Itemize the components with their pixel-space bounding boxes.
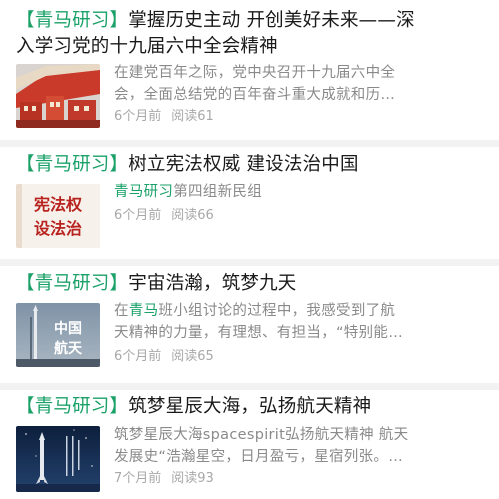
article-time: 7个月前 — [114, 471, 162, 486]
article-snippet: 筑梦星辰大海spacespirit弘扬航天精神 航天 发展史“浩瀚星空，日月盈亏… — [114, 424, 486, 468]
snippet-highlight: 青马 — [128, 303, 159, 319]
snippet-post: 班小组讨论的过程中，我感受到了航 — [158, 303, 396, 319]
article-meta: 6个月前 阅读65 — [114, 348, 214, 366]
snippet-line2: 会，全面总结党的百年奋斗重大成就和历… — [114, 87, 396, 103]
article-tag: 【青马研习】 — [16, 273, 129, 294]
space-poster-icon — [16, 426, 100, 492]
thumb-text-line2: 航天 — [54, 340, 83, 357]
snippet-line1: 在建党百年之际，党中央召开十九届六中全 — [114, 65, 396, 81]
thumb-text-line2: 设法治 — [34, 219, 82, 238]
article-item[interactable]: 【青马研习】掌握历史主动 开创美好未来——深 入学习党的十九届六中全会精神 在建… — [0, 0, 499, 140]
article-time: 6个月前 — [114, 109, 162, 124]
snippet-highlight: 青马研习 — [114, 184, 174, 200]
article-thumbnail[interactable] — [16, 64, 100, 128]
article-time: 6个月前 — [114, 208, 162, 223]
article-reads: 阅读66 — [171, 208, 214, 223]
article-title[interactable]: 【青马研习】掌握历史主动 开创美好未来——深 入学习党的十九届六中全会精神 — [16, 8, 486, 60]
article-title-text: 宇宙浩瀚，筑梦九天 — [128, 273, 297, 294]
snippet-line2: 天精神的力量，有理想、有担当，“特别能… — [114, 325, 404, 341]
article-thumbnail[interactable]: 中国 航天 — [16, 303, 100, 367]
article-reads: 阅读93 — [171, 471, 214, 486]
article-snippet: 在青马班小组讨论的过程中，我感受到了航 天精神的力量，有理想、有担当，“特别能… — [114, 300, 486, 344]
red-building-photo-icon — [16, 64, 100, 128]
article-title-line2: 入学习党的十九届六中全会精神 — [16, 36, 278, 57]
calligraphy-banner-icon: 宪法权 设法治 — [16, 184, 100, 248]
rocket-launch-photo-icon: 中国 航天 — [16, 303, 100, 367]
article-feed: 【青马研习】掌握历史主动 开创美好未来——深 入学习党的十九届六中全会精神 在建… — [0, 0, 499, 499]
article-meta: 6个月前 阅读61 — [114, 108, 214, 126]
article-tag: 【青马研习】 — [16, 10, 129, 31]
article-title-text: 筑梦星辰大海，弘扬航天精神 — [128, 396, 372, 417]
article-snippet: 在建党百年之际，党中央召开十九届六中全 会，全面总结党的百年奋斗重大成就和历… — [114, 62, 486, 106]
article-item[interactable]: 【青马研习】树立宪法权威 建设法治中国 宪法权 设法治 青马研习第四组新民组 6… — [0, 147, 499, 259]
article-snippet: 青马研习第四组新民组 — [114, 181, 486, 203]
article-item[interactable]: 【青马研习】宇宙浩瀚，筑梦九天 中国 航天 在青马班小组讨论的过程中，我感受到了… — [0, 266, 499, 383]
article-title-line1: 掌握历史主动 开创美好未来——深 — [128, 10, 415, 31]
article-title[interactable]: 【青马研习】宇宙浩瀚，筑梦九天 — [16, 271, 486, 297]
article-thumbnail[interactable]: 宪法权 设法治 — [16, 184, 100, 248]
article-meta: 7个月前 阅读93 — [114, 470, 214, 488]
snippet-pre: 在 — [114, 303, 129, 319]
snippet-line1: 筑梦星辰大海spacespirit弘扬航天精神 航天 — [114, 427, 409, 443]
article-reads: 阅读61 — [171, 109, 214, 124]
article-title-text: 树立宪法权威 建设法治中国 — [128, 154, 359, 175]
snippet-line2: 发展史“浩瀚星空，日月盈亏，星宿列张。… — [114, 449, 404, 465]
article-meta: 6个月前 阅读66 — [114, 207, 214, 225]
article-reads: 阅读65 — [171, 349, 214, 364]
article-tag: 【青马研习】 — [16, 154, 129, 175]
article-tag: 【青马研习】 — [16, 396, 129, 417]
article-title[interactable]: 【青马研习】筑梦星辰大海，弘扬航天精神 — [16, 394, 486, 420]
separator — [0, 259, 499, 266]
article-item[interactable]: 【青马研习】筑梦星辰大海，弘扬航天精神 筑梦星辰大海spacespirit弘扬航… — [0, 390, 499, 499]
article-thumbnail[interactable] — [16, 426, 100, 492]
thumb-text-line1: 宪法权 — [34, 195, 83, 214]
article-time: 6个月前 — [114, 349, 162, 364]
article-title[interactable]: 【青马研习】树立宪法权威 建设法治中国 — [16, 152, 486, 178]
thumb-text-line1: 中国 — [54, 320, 82, 337]
separator — [0, 140, 499, 147]
snippet-rest: 第四组新民组 — [173, 184, 263, 200]
separator — [0, 383, 499, 390]
